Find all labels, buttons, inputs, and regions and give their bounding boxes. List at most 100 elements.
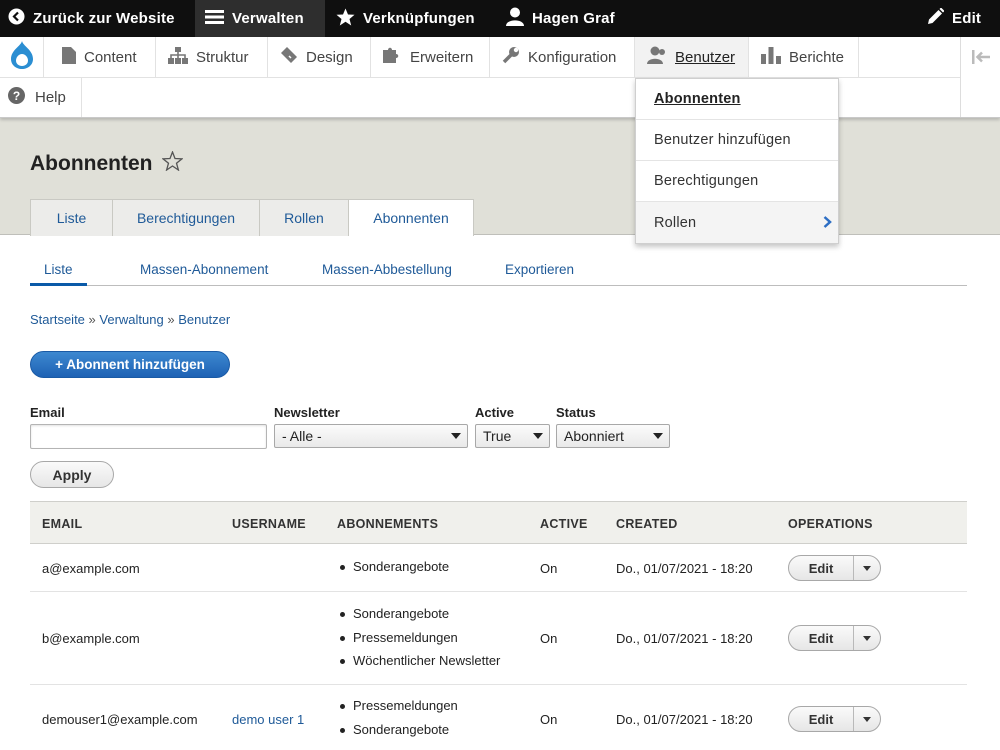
tray-item-label: Erweitern xyxy=(410,48,474,66)
tray-item-label: Konfiguration xyxy=(528,48,617,66)
admin-tray: Content Struktur Design Erweitern Konfig… xyxy=(0,37,1000,118)
tray-item-extend[interactable]: Erweitern xyxy=(371,37,490,77)
tray-item-structure[interactable]: Struktur xyxy=(156,37,268,77)
manage-label: Verwalten xyxy=(232,10,304,27)
add-subscriber-button[interactable]: + Abonnent hinzufügen xyxy=(30,351,230,378)
subscriptions-list: Sonderangebote Pressemeldungen Wöchentli… xyxy=(337,607,500,678)
status-filter-select[interactable]: Abonniert xyxy=(556,424,670,448)
breadcrumb-admin[interactable]: Verwaltung xyxy=(99,312,163,327)
tray-item-appearance[interactable]: Design xyxy=(268,37,371,77)
dropdown-arrow-icon xyxy=(451,433,461,439)
column-header-username: USERNAME xyxy=(232,517,306,531)
tab-roles[interactable]: Rollen xyxy=(259,199,349,236)
subtab-export[interactable]: Exportieren xyxy=(505,255,574,286)
operations-dropbutton: Edit xyxy=(788,706,881,732)
pencil-icon xyxy=(927,7,952,29)
operations-toggle-button[interactable] xyxy=(854,626,880,650)
sitemap-icon xyxy=(168,46,196,68)
status-filter-value: Abonniert xyxy=(564,428,624,444)
active-filter-label: Active xyxy=(475,405,515,420)
tray-item-label: Berichte xyxy=(789,48,845,66)
dropdown-arrow-icon xyxy=(653,433,663,439)
menu-item-subscribers[interactable]: Abonnenten xyxy=(636,79,838,120)
tab-permissions[interactable]: Berechtigungen xyxy=(112,199,260,236)
subscription-item: Sonderangebote xyxy=(337,560,449,584)
help-label: Help xyxy=(35,88,66,106)
newsletter-filter-value: - Alle - xyxy=(282,428,322,444)
tray-item-people[interactable]: Benutzer xyxy=(635,37,749,77)
back-to-site-label: Zurück zur Website xyxy=(33,10,175,27)
subscription-item: Pressemeldungen xyxy=(337,699,458,723)
created-cell: Do., 01/07/2021 - 18:20 xyxy=(616,712,753,727)
subscription-item: Sonderangebote xyxy=(337,722,458,747)
edit-button[interactable]: Edit xyxy=(789,626,854,650)
collapse-tray-button[interactable] xyxy=(960,37,1000,117)
apply-button[interactable]: Apply xyxy=(30,461,114,488)
drupal-logo-link[interactable] xyxy=(0,37,44,77)
breadcrumb: Startseite » Verwaltung » Benutzer xyxy=(30,312,230,327)
svg-text:?: ? xyxy=(13,89,20,103)
menu-item-permissions[interactable]: Berechtigungen xyxy=(636,161,838,202)
subtab-list[interactable]: Liste xyxy=(30,255,87,286)
operations-toggle-button[interactable] xyxy=(854,556,880,580)
active-cell: On xyxy=(540,631,558,646)
table-row: b@example.com Sonderangebote Pressemeldu… xyxy=(30,592,967,685)
status-filter-label: Status xyxy=(556,405,596,420)
star-icon xyxy=(336,8,363,30)
active-filter-value: True xyxy=(483,428,512,444)
subscription-item: Wöchentlicher Newsletter xyxy=(337,654,500,678)
newsletter-filter-label: Newsletter xyxy=(274,405,340,420)
breadcrumb-separator: » xyxy=(163,312,179,327)
subscriptions-list: Pressemeldungen Sonderangebote xyxy=(337,699,458,746)
people-dropdown-menu: Abonnenten Benutzer hinzufügen Berechtig… xyxy=(635,78,839,244)
wrench-icon xyxy=(502,46,528,68)
menu-item-label: Rollen xyxy=(654,214,697,231)
tray-item-label: Content xyxy=(84,48,137,66)
table-row: demouser1@example.com demo user 1 Presse… xyxy=(30,685,967,750)
created-cell: Do., 01/07/2021 - 18:20 xyxy=(616,631,753,646)
email-cell: demouser1@example.com xyxy=(42,712,198,727)
tab-subscribers[interactable]: Abonnenten xyxy=(348,199,474,236)
tray-item-content[interactable]: Content xyxy=(50,37,156,77)
edit-button[interactable]: Edit xyxy=(789,556,854,580)
edit-button[interactable]: Edit xyxy=(789,707,854,731)
active-filter-select[interactable]: True xyxy=(475,424,550,448)
newsletter-filter-select[interactable]: - Alle - xyxy=(274,424,468,448)
drupal-logo-icon xyxy=(10,40,34,75)
shortcuts-tab[interactable]: Verknüpfungen xyxy=(336,0,475,37)
user-tab[interactable]: Hagen Graf xyxy=(506,0,615,37)
subscription-item: Pressemeldungen xyxy=(337,630,500,655)
tray-item-label: Struktur xyxy=(196,48,249,66)
email-filter-input[interactable] xyxy=(30,424,267,449)
subtab-mass-subscribe[interactable]: Massen-Abonnement xyxy=(140,255,268,286)
subtab-mass-unsubscribe[interactable]: Massen-Abbestellung xyxy=(322,255,452,286)
shortcut-star-icon[interactable] xyxy=(152,150,185,177)
operations-toggle-button[interactable] xyxy=(854,707,880,731)
tray-item-label: Design xyxy=(306,48,353,66)
tray-item-label: Benutzer xyxy=(675,48,736,66)
breadcrumb-home[interactable]: Startseite xyxy=(30,312,85,327)
manage-tab[interactable]: Verwalten xyxy=(195,0,325,37)
people-icon xyxy=(647,46,675,68)
primary-tabs: Liste Berechtigungen Rollen Abonnenten xyxy=(30,199,474,236)
edit-label: Edit xyxy=(952,10,982,27)
subscribers-table: EMAIL USERNAME ABONNEMENTS ACTIVE CREATE… xyxy=(30,501,967,750)
username-cell[interactable]: demo user 1 xyxy=(232,712,304,727)
table-row: a@example.com Sonderangebote On Do., 01/… xyxy=(30,544,967,592)
active-cell: On xyxy=(540,712,558,727)
menu-item-add-user[interactable]: Benutzer hinzufügen xyxy=(636,120,838,161)
document-icon xyxy=(62,46,84,68)
table-header: EMAIL USERNAME ABONNEMENTS ACTIVE CREATE… xyxy=(30,501,967,544)
dropdown-arrow-icon xyxy=(533,433,543,439)
tray-item-help[interactable]: ? Help xyxy=(0,77,82,117)
column-header-active: ACTIVE xyxy=(540,517,588,531)
tray-item-reports[interactable]: Berichte xyxy=(749,37,859,77)
tab-list[interactable]: Liste xyxy=(30,199,113,236)
back-to-site-link[interactable]: Zurück zur Website xyxy=(8,0,175,37)
subscription-item: Sonderangebote xyxy=(337,607,500,631)
edit-toggle[interactable]: Edit xyxy=(927,0,981,37)
menu-item-roles[interactable]: Rollen xyxy=(636,202,838,243)
breadcrumb-people[interactable]: Benutzer xyxy=(178,312,230,327)
tray-item-configuration[interactable]: Konfiguration xyxy=(490,37,635,77)
secondary-tabs: Liste Massen-Abonnement Massen-Abbestell… xyxy=(30,255,967,286)
